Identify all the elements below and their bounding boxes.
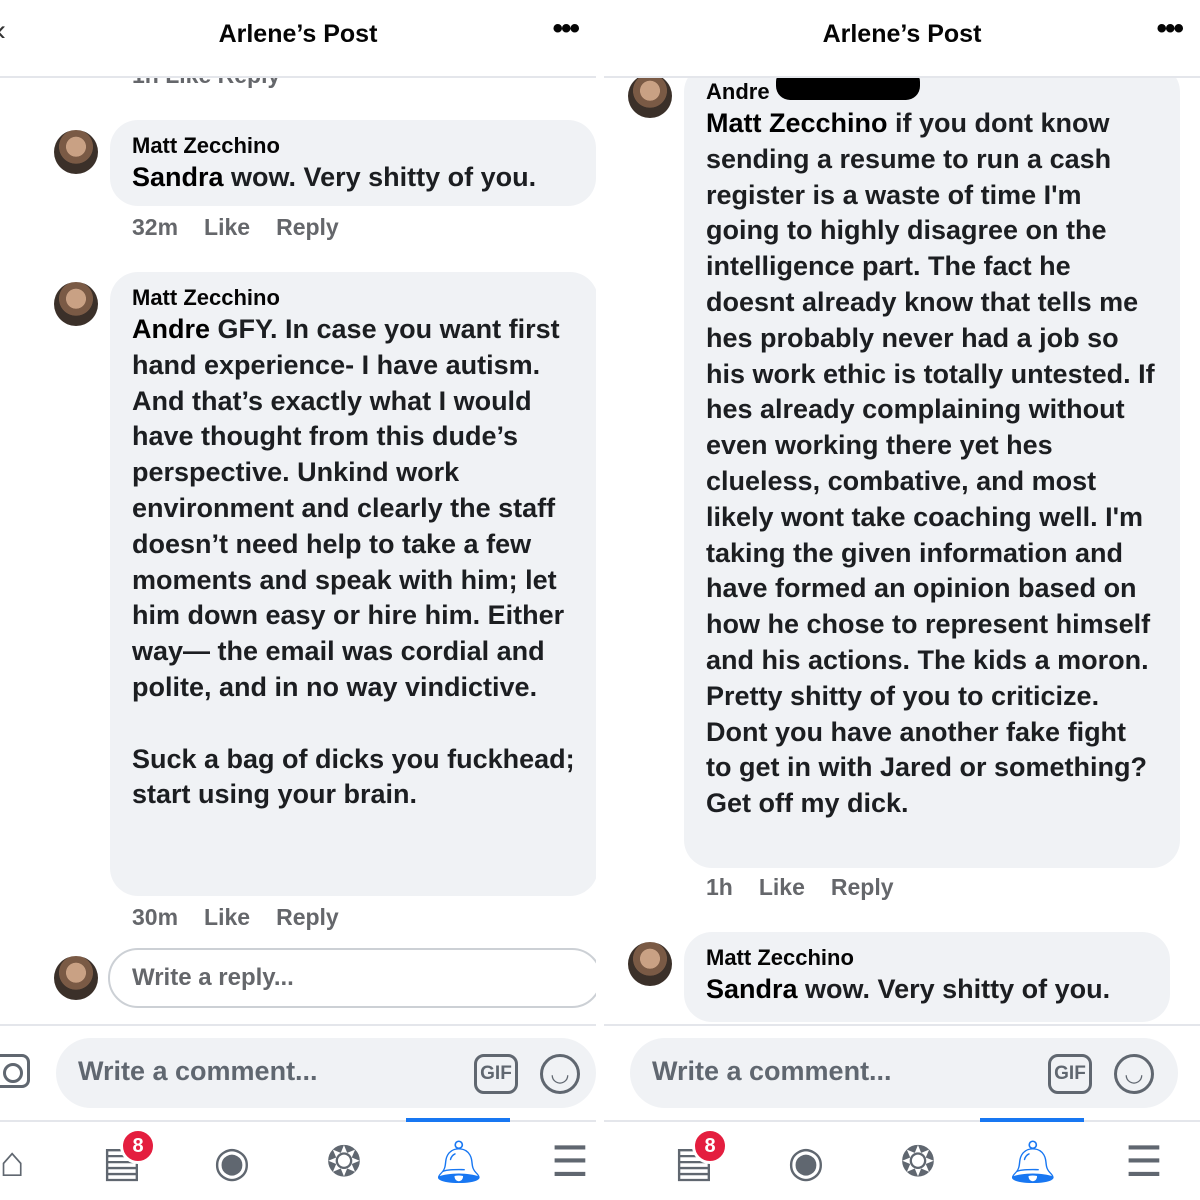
comment-text: Sandra wow. Very shitty of you. [706,972,1148,1008]
comment-author[interactable]: Matt Zecchino [132,284,576,312]
comment-mention[interactable]: Matt Zecchino [706,108,888,138]
comment-mention[interactable]: Sandra [132,162,224,192]
comment-text: Andre GFY. In case you want first hand e… [132,312,576,813]
like-button[interactable]: Like [204,214,250,240]
comment-author[interactable]: Matt Zecchino [706,944,1148,972]
notification-badge: 8 [692,1128,728,1164]
post-title: Arlene’s Post [822,20,982,48]
comment-time: 32m [132,214,179,240]
avatar [54,956,98,1000]
comment-meta: 30m Like Reply [132,904,365,931]
left-screenshot: ‹ Arlene’s Post ••• 1h Like Reply Matt Z… [0,0,596,1200]
reply-button[interactable]: Reply [276,214,339,240]
bottom-nav: ▤ 8 ◉ ❂ 🔔︎ ☰ [604,1118,1200,1200]
reply-input[interactable]: Write a reply... [108,948,596,1008]
comment-text: Sandra wow. Very shitty of you. [132,160,574,196]
comment-body: wow. Very shitty of you. [797,974,1111,1004]
reply-button[interactable]: Reply [276,904,339,930]
comment-body: if you dont know sending a resume to run… [706,108,1163,819]
comment-body: GFY. In case you want first hand experie… [132,314,575,810]
like-button[interactable]: Like [759,874,805,900]
post-header: ‹ Arlene’s Post ••• [0,0,596,78]
right-screenshot: Arlene’s Post ••• Andre Matt Zecchino if… [604,0,1200,1200]
avatar[interactable] [54,130,98,174]
marketplace-icon[interactable]: ▤ 8 [668,1128,728,1188]
comment-author[interactable]: Andre [706,78,1158,106]
comment-mention[interactable]: Andre [132,314,210,344]
comment-placeholder: Write a comment... [652,1056,892,1086]
comment-time: 1h [706,874,733,900]
reply-button[interactable]: Reply [831,874,894,900]
comment-meta: 32m Like Reply [132,214,365,241]
comment-meta: 1h Like Reply [706,874,920,901]
notifications-bell-icon[interactable]: 🔔︎ [432,1136,485,1188]
post-title: Arlene’s Post [218,20,378,48]
gif-icon[interactable]: GIF [1048,1054,1092,1094]
avatar[interactable] [628,74,672,118]
comment-time: 30m [132,904,179,930]
active-tab-indicator [406,1118,510,1122]
comment-bubble: Matt Zecchino Sandra wow. Very shitty of… [110,120,596,206]
more-options-icon[interactable]: ••• [1156,14,1183,44]
more-options-icon[interactable]: ••• [552,14,579,44]
marketplace-icon[interactable]: ▤ 8 [96,1128,156,1188]
like-button[interactable]: Like [204,904,250,930]
camera-icon[interactable] [0,1054,30,1088]
comment-bubble: Andre Matt Zecchino if you dont know sen… [684,64,1180,868]
avatar[interactable] [628,942,672,986]
menu-icon[interactable]: ☰ [1118,1136,1170,1188]
comment-bubble: Matt Zecchino Sandra wow. Very shitty of… [684,932,1170,1022]
comment-input[interactable]: Write a comment... [630,1038,1178,1108]
groups-icon[interactable]: ❂ [318,1136,370,1188]
profile-icon[interactable]: ◉ [206,1136,258,1188]
avatar[interactable] [54,282,98,326]
comment-text: Matt Zecchino if you dont know sending a… [706,106,1158,822]
comment-bubble: Matt Zecchino Andre GFY. In case you wan… [110,272,596,896]
notification-badge: 8 [120,1128,156,1164]
bottom-nav: ⌂ ▤ 8 ◉ ❂ 🔔︎ ☰ [0,1118,596,1200]
home-icon[interactable]: ⌂ [0,1136,38,1188]
groups-icon[interactable]: ❂ [892,1136,944,1188]
emoji-icon[interactable]: ◡ [540,1054,580,1094]
panel-divider [596,0,604,1200]
profile-icon[interactable]: ◉ [780,1136,832,1188]
active-tab-indicator [980,1118,1084,1122]
comment-placeholder: Write a comment... [78,1056,318,1086]
post-header: Arlene’s Post ••• [604,0,1200,78]
comment-author[interactable]: Matt Zecchino [132,132,574,160]
comment-body: wow. Very shitty of you. [223,162,537,192]
gif-icon[interactable]: GIF [474,1054,518,1094]
menu-icon[interactable]: ☰ [544,1136,596,1188]
notifications-bell-icon[interactable]: 🔔︎ [1006,1136,1059,1188]
comment-mention[interactable]: Sandra [706,974,798,1004]
emoji-icon[interactable]: ◡ [1114,1054,1154,1094]
